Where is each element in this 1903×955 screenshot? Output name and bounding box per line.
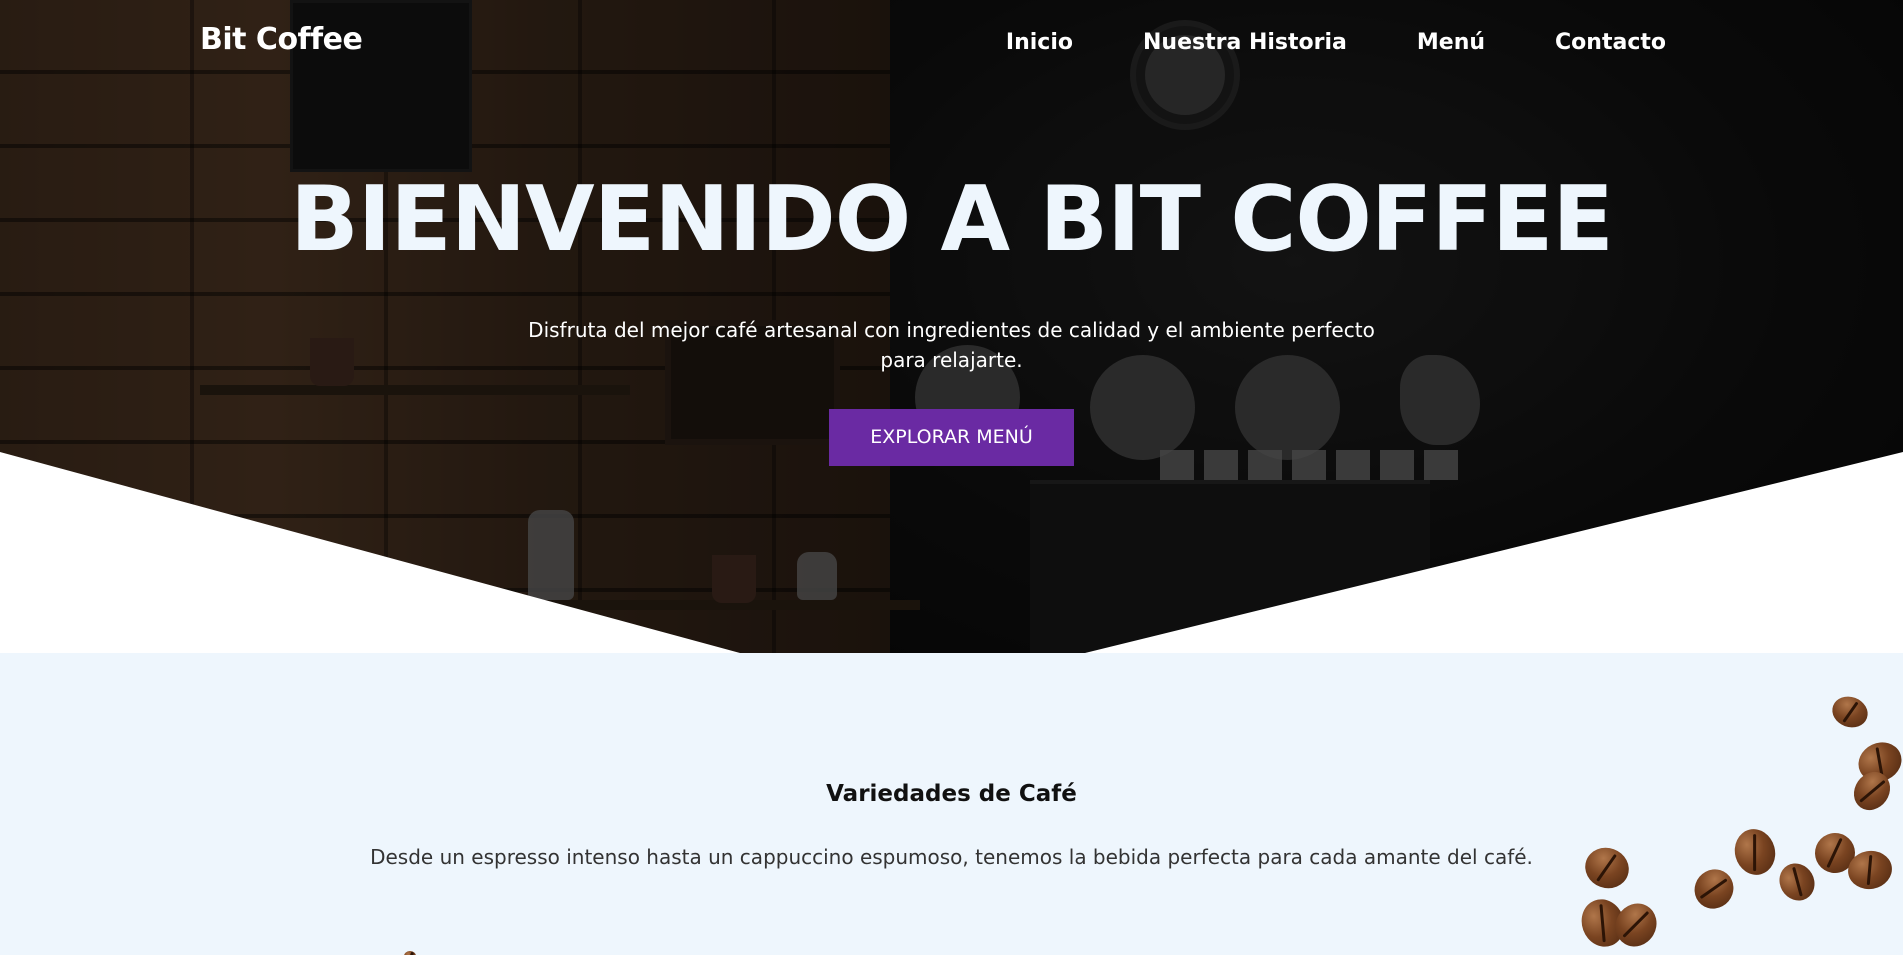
nav-link-contacto[interactable]: Contacto	[1555, 30, 1666, 55]
coffee-bean-icon	[1827, 691, 1873, 733]
page: Bit Coffee Inicio Nuestra Historia Menú …	[0, 0, 1903, 955]
coffee-varieties-section: Variedades de Café Desde un espresso int…	[0, 653, 1903, 955]
coffee-bean-icon	[1729, 824, 1781, 880]
section-title: Variedades de Café	[826, 781, 1077, 807]
hero-subtitle: Disfruta del mejor café artesanal con in…	[528, 318, 1375, 372]
site-logo[interactable]: Bit Coffee	[200, 22, 363, 57]
coffee-bean-icon	[1686, 861, 1742, 917]
hero-content: BIENVENIDO A BIT COFFEE Disfruta del mej…	[0, 165, 1903, 466]
nav-link-menu[interactable]: Menú	[1417, 30, 1485, 55]
nav-link-inicio[interactable]: Inicio	[1006, 30, 1073, 55]
top-nav: Bit Coffee Inicio Nuestra Historia Menú …	[0, 0, 1903, 86]
nav-links: Inicio Nuestra Historia Menú Contacto	[936, 30, 1666, 55]
explore-menu-button[interactable]: EXPLORAR MENÚ	[829, 409, 1074, 466]
nav-link-nuestra-historia[interactable]: Nuestra Historia	[1143, 30, 1347, 55]
hero-title: BIENVENIDO A BIT COFFEE	[290, 167, 1614, 272]
coffee-bean-icon	[404, 951, 416, 955]
